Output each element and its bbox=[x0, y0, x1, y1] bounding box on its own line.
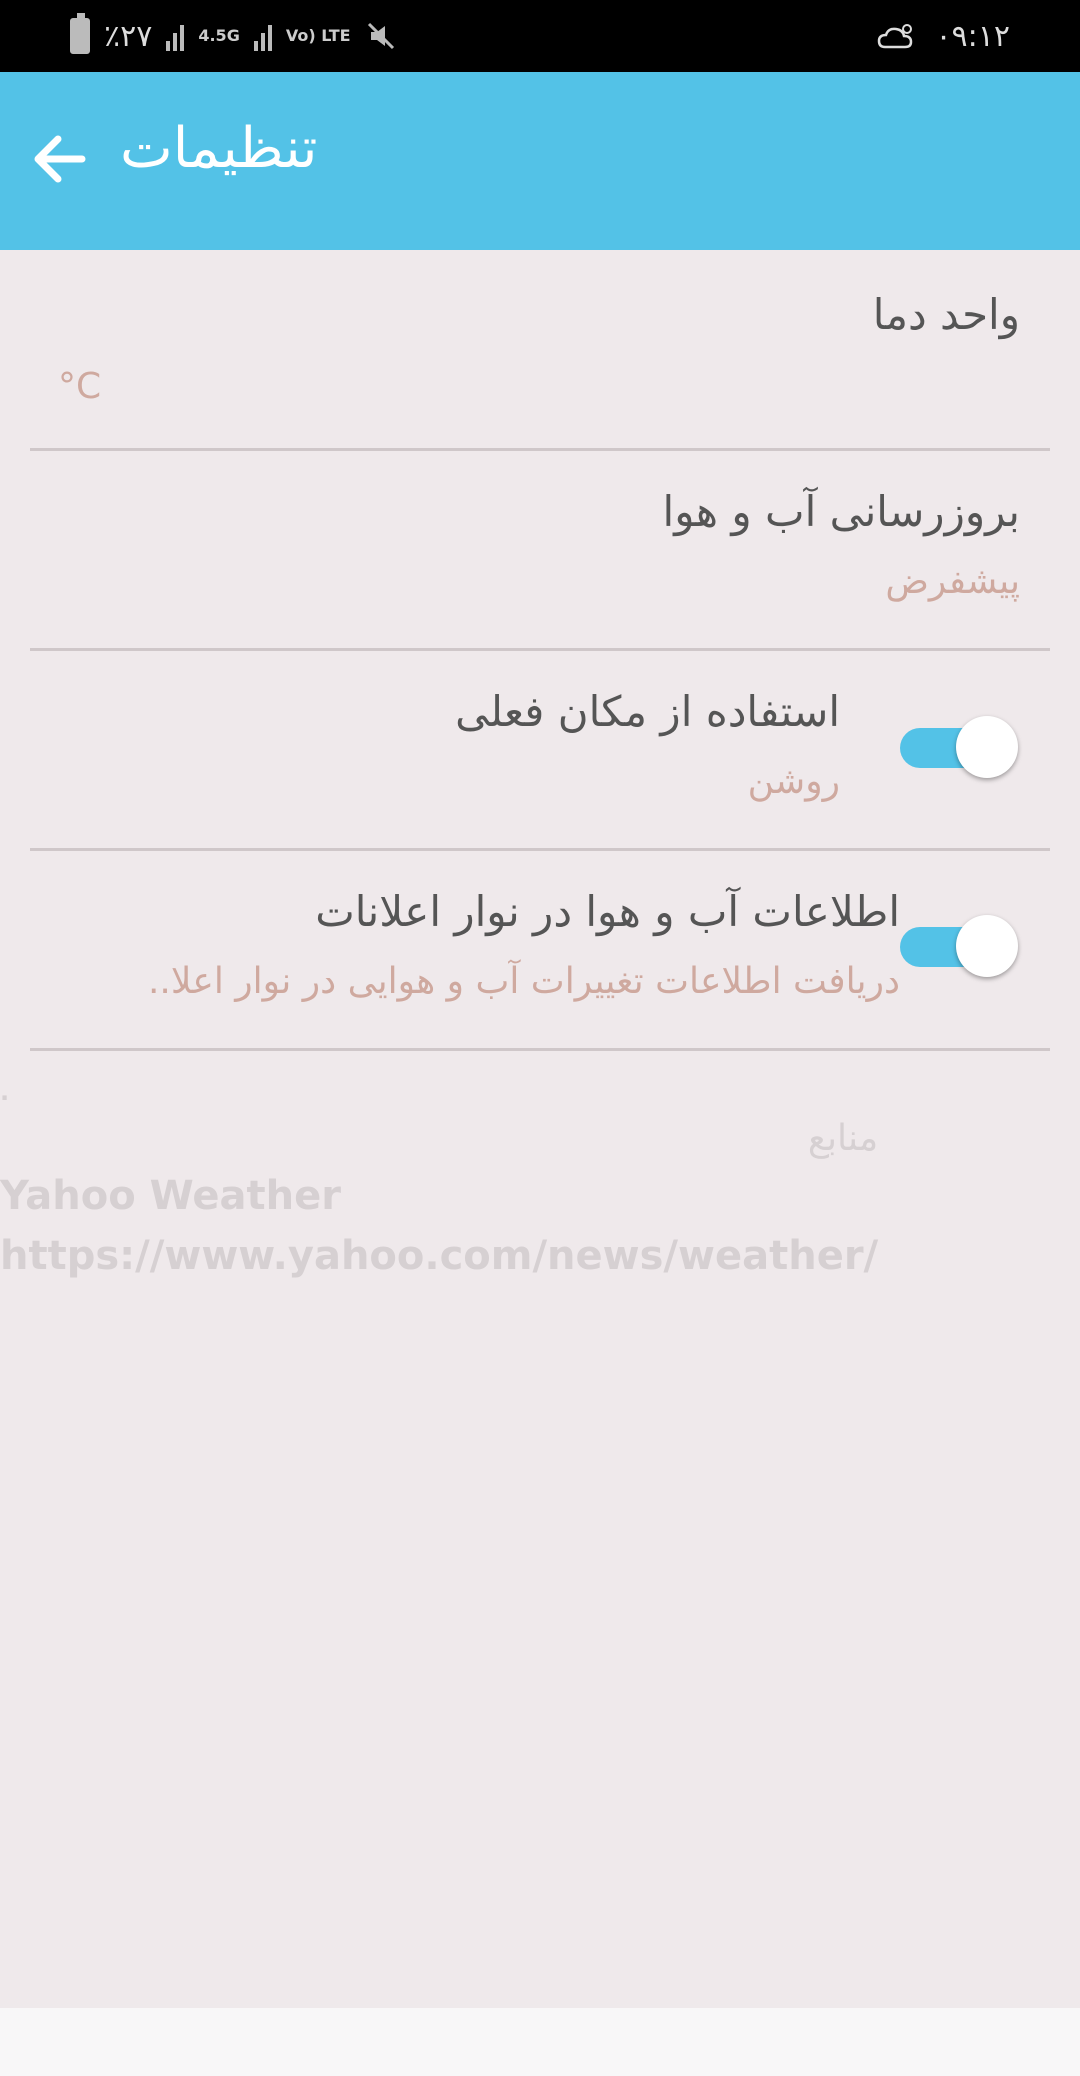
sources-title: منابع bbox=[807, 1118, 879, 1159]
setting-temperature-unit[interactable]: واحد دما °C bbox=[30, 250, 1050, 451]
setting-notification-weather[interactable]: اطلاعات آب و هوا در نوار اعلانات دریافت … bbox=[30, 851, 1050, 1051]
setting-value: °C bbox=[58, 366, 102, 407]
location-toggle[interactable] bbox=[900, 716, 1018, 780]
toggle-knob bbox=[956, 915, 1018, 977]
volte-label: Vo) LTE bbox=[285, 26, 351, 45]
battery-level: ٪۲۷ bbox=[104, 18, 153, 54]
source-name: Yahoo Weather bbox=[0, 1173, 341, 1219]
setting-current-location[interactable]: استفاده از مکان فعلی روشن bbox=[30, 651, 1050, 851]
setting-title: بروزرسانی آب و هوا bbox=[662, 487, 1020, 536]
status-right: ۰۹:۱۲ bbox=[877, 0, 1010, 72]
setting-value: پیشفرض bbox=[885, 561, 1020, 602]
setting-title: استفاده از مکان فعلی bbox=[455, 687, 840, 736]
notification-toggle[interactable] bbox=[900, 915, 1018, 979]
network-label: 4.5G bbox=[198, 26, 240, 45]
toggle-knob bbox=[956, 716, 1018, 778]
signal-icon-2 bbox=[253, 21, 272, 51]
battery-icon bbox=[70, 13, 90, 54]
status-bar: ٪۲۷ 4.5G Vo) LTE ۰۹:۱۲ bbox=[0, 0, 1080, 72]
signal-icon bbox=[166, 21, 185, 51]
clock: ۰۹:۱۲ bbox=[935, 18, 1010, 54]
setting-title: واحد دما bbox=[872, 290, 1020, 339]
app-bar: تنظیمات bbox=[0, 72, 1080, 250]
sources-section: . منابع Yahoo Weather https://www.yahoo.… bbox=[0, 1080, 878, 1279]
setting-value: دریافت اطلاعات تغییرات آب و هوایی در نوا… bbox=[147, 961, 900, 1002]
sources-dot: . bbox=[0, 1078, 10, 1106]
cloud-sun-icon bbox=[878, 24, 913, 49]
bottom-bar bbox=[0, 2008, 1080, 2076]
status-left: ٪۲۷ 4.5G Vo) LTE bbox=[70, 0, 397, 72]
setting-title: اطلاعات آب و هوا در نوار اعلانات bbox=[315, 887, 900, 936]
setting-weather-update[interactable]: بروزرسانی آب و هوا پیشفرض bbox=[30, 451, 1050, 651]
mute-icon bbox=[367, 22, 394, 50]
page-title: تنظیمات bbox=[120, 116, 318, 181]
arrow-back-icon[interactable] bbox=[28, 127, 92, 191]
source-url[interactable]: https://www.yahoo.com/news/weather/ bbox=[0, 1233, 878, 1279]
setting-value: روشن bbox=[747, 761, 840, 802]
